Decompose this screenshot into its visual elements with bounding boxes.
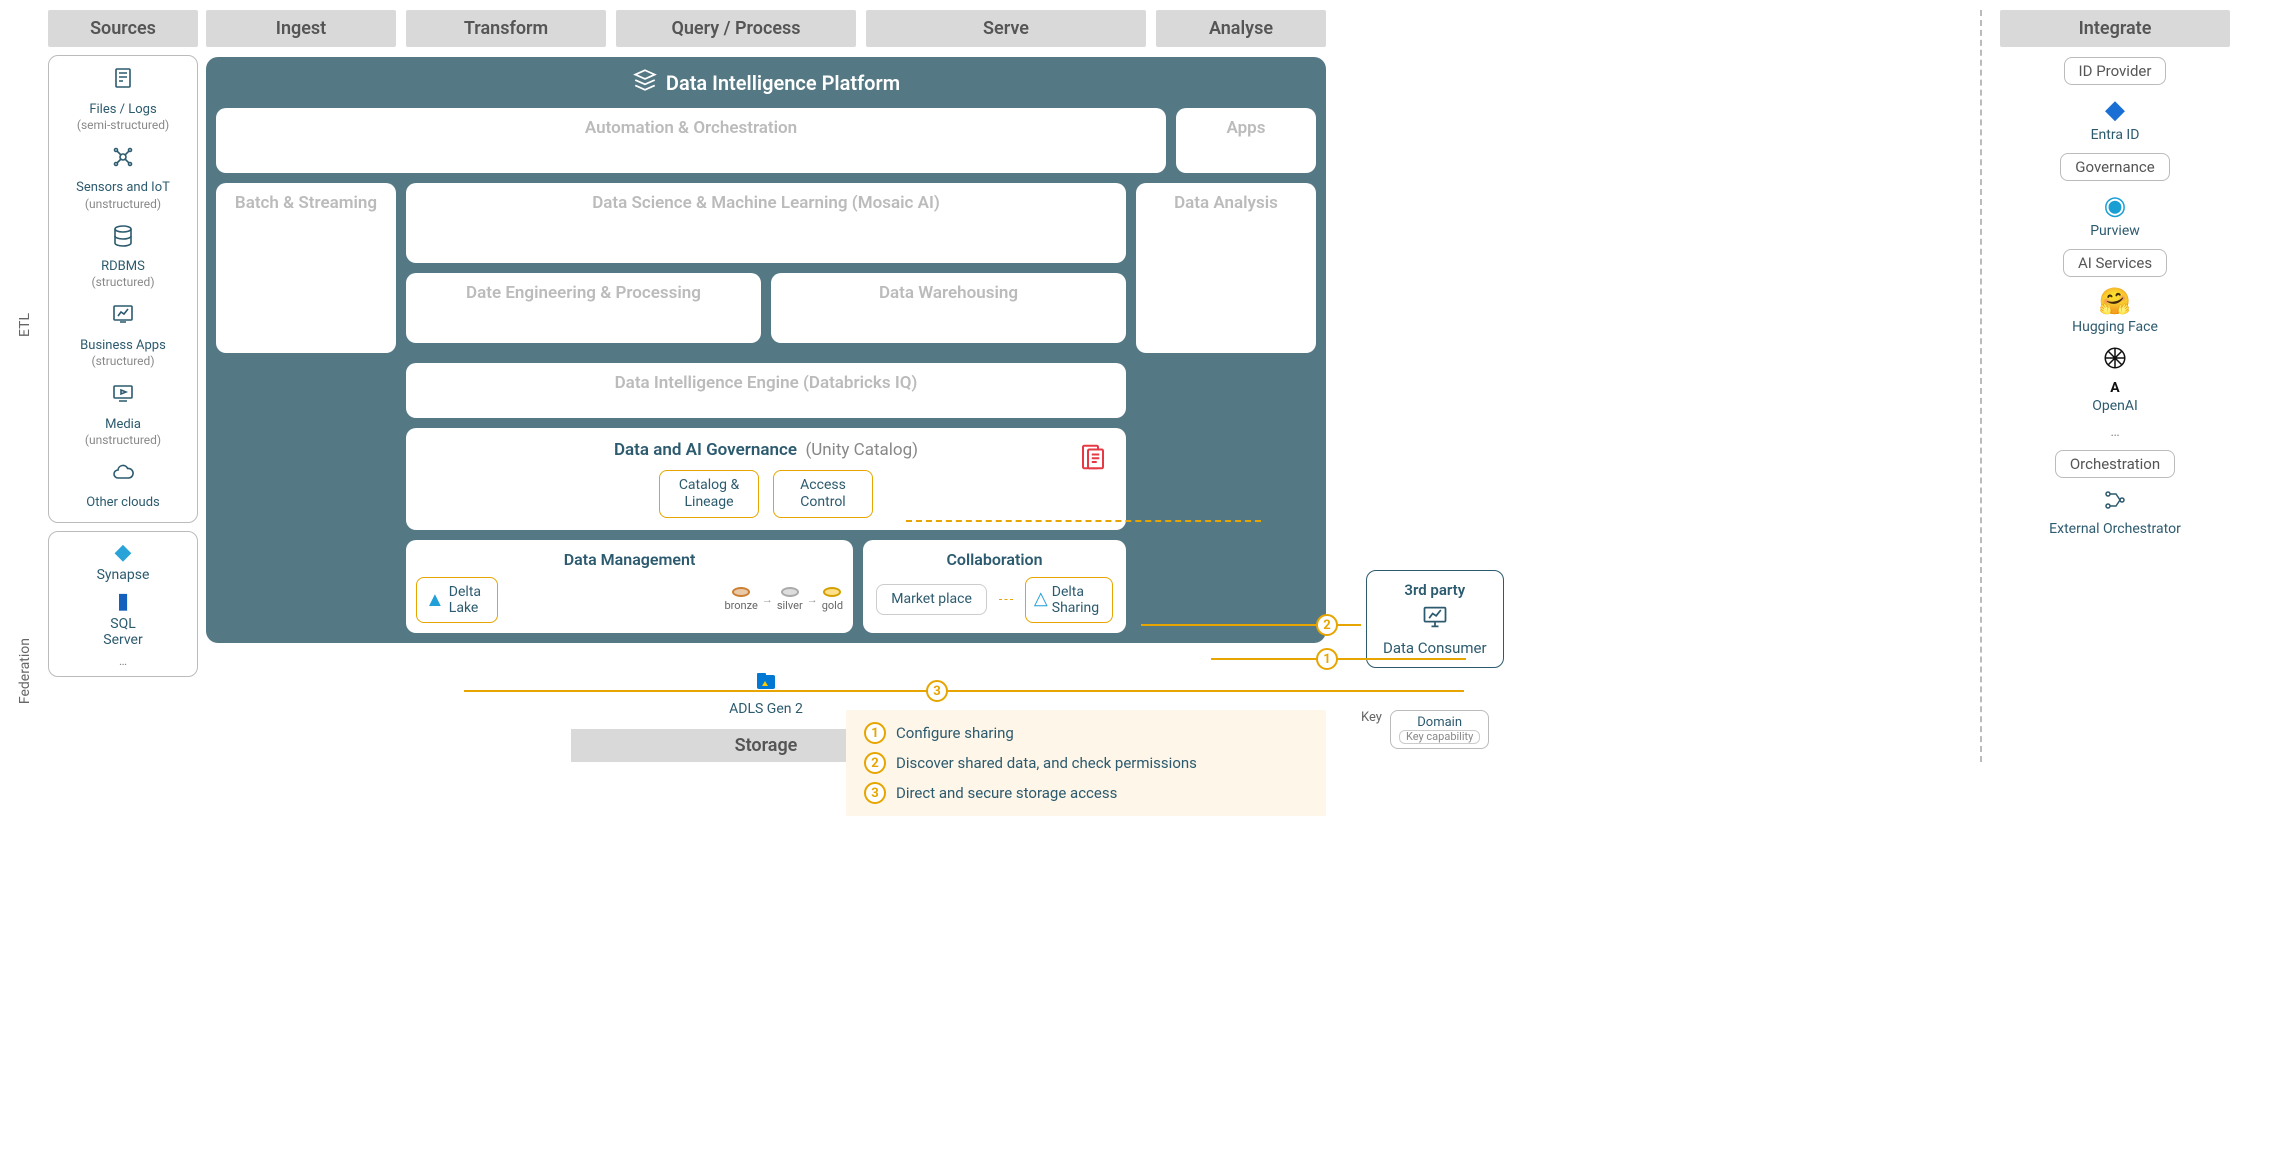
box-governance: Data and AI Governance (Unity Catalog) C… — [406, 428, 1126, 530]
chip-gov: Governance — [2060, 153, 2169, 181]
source-clouds: Other clouds — [86, 460, 159, 512]
database-icon — [92, 224, 155, 256]
col-query: Query / Process — [616, 10, 856, 47]
delta-sharing-icon: △ — [1034, 589, 1048, 610]
sources-box: Files / Logs (semi-structured) Sensors a… — [48, 55, 198, 523]
file-icon — [77, 66, 169, 98]
svc-hf: 🤗 Hugging Face — [2072, 287, 2158, 335]
col-analyse: Analyse — [1156, 10, 1326, 47]
source-files: Files / Logs (semi-structured) — [77, 66, 169, 133]
box-apps: Apps — [1176, 108, 1316, 173]
source-bizapps: Business Apps (structured) — [80, 302, 166, 369]
svc-more: … — [2110, 424, 2119, 440]
gold-icon — [823, 587, 841, 597]
bronze-icon — [732, 587, 750, 597]
chip-orch: Orchestration — [2055, 450, 2175, 478]
box-de: Date Engineering & Processing — [406, 273, 761, 343]
vertical-labels: ETL Federation — [10, 10, 40, 762]
box-data-management: Data Management ▲ Delta Lake bronze → si… — [406, 540, 853, 633]
third-party-box: 3rd party Data Consumer — [1366, 570, 1504, 668]
access-control: Access Control — [773, 470, 873, 518]
step-2-marker: 2 — [1316, 614, 1338, 636]
steps-legend: 1Configure sharing 2Discover shared data… — [846, 710, 1326, 816]
center-headers: Ingest Transform Query / Process Serve A… — [206, 10, 1972, 47]
platform-title: Data Intelligence Platform — [216, 67, 1316, 98]
monitor-icon — [1418, 603, 1452, 635]
platform: Data Intelligence Platform Automation & … — [206, 57, 1326, 643]
openai-icon — [2102, 345, 2128, 378]
box-engine: Data Intelligence Engine (Databricks IQ) — [406, 363, 1126, 418]
step-3-marker: 3 — [926, 680, 948, 702]
catalog-icon — [1078, 442, 1108, 479]
arrow-icon: → — [762, 593, 773, 606]
medallion: bronze → silver → gold — [724, 587, 843, 612]
chip-ai: AI Services — [2063, 249, 2167, 277]
box-analysis: Data Analysis — [1136, 183, 1316, 353]
svc-purview: ◉ Purview — [2090, 191, 2140, 239]
media-icon — [85, 381, 161, 413]
box-dsml: Data Science & Machine Learning (Mosaic … — [406, 183, 1126, 263]
svc-openai: A OpenAI — [2092, 345, 2138, 414]
cloud-icon — [86, 460, 159, 492]
arrow-icon — [999, 599, 1013, 600]
chip-idp: ID Provider — [2064, 57, 2167, 85]
marketplace-box: Market place — [876, 584, 987, 615]
step-1-marker: 1 — [1316, 648, 1338, 670]
catalog-lineage: Catalog & Lineage — [659, 470, 759, 518]
key-legend: Key Domain Key capability — [1361, 710, 1489, 749]
source-media: Media (unstructured) — [85, 381, 161, 448]
box-automation: Automation & Orchestration — [216, 108, 1166, 173]
federation-label: Federation — [17, 638, 33, 704]
integrate-header: Integrate — [2000, 10, 2230, 47]
col-serve: Serve — [866, 10, 1146, 47]
iot-icon — [76, 145, 170, 177]
source-iot: Sensors and IoT (unstructured) — [76, 145, 170, 212]
federation-box: ◆Synapse ▮SQL Server … — [48, 531, 198, 677]
orchestrator-icon — [2101, 488, 2129, 519]
col-transform: Transform — [406, 10, 606, 47]
integrate-col: Integrate ID Provider ◆ Entra ID Governa… — [1980, 10, 2230, 762]
svc-entra: ◆ Entra ID — [2091, 95, 2140, 143]
box-collaboration: Collaboration Market place △ Delta Shari… — [863, 540, 1126, 633]
entra-icon: ◆ — [2105, 95, 2125, 125]
stack-icon — [632, 67, 658, 98]
sqlserver-icon: ▮ — [117, 589, 129, 614]
etl-label: ETL — [17, 313, 33, 337]
delta-icon: ▲ — [425, 588, 445, 611]
chart-icon — [80, 302, 166, 334]
purview-icon: ◉ — [2104, 191, 2127, 221]
adls-icon — [752, 669, 780, 699]
box-batch: Batch & Streaming — [216, 183, 396, 353]
arrow-icon: → — [807, 593, 818, 606]
delta-sharing-box: △ Delta Sharing — [1025, 577, 1113, 623]
synapse-icon: ◆ — [115, 540, 132, 565]
box-dw: Data Warehousing — [771, 273, 1126, 343]
col-ingest: Ingest — [206, 10, 396, 47]
source-rdbms: RDBMS (structured) — [92, 224, 155, 291]
silver-icon — [781, 587, 799, 597]
svc-ext-orch: External Orchestrator — [2049, 488, 2181, 537]
delta-lake-box: ▲ Delta Lake — [416, 577, 498, 623]
sources-header: Sources — [48, 10, 198, 47]
huggingface-icon: 🤗 — [2099, 287, 2131, 317]
